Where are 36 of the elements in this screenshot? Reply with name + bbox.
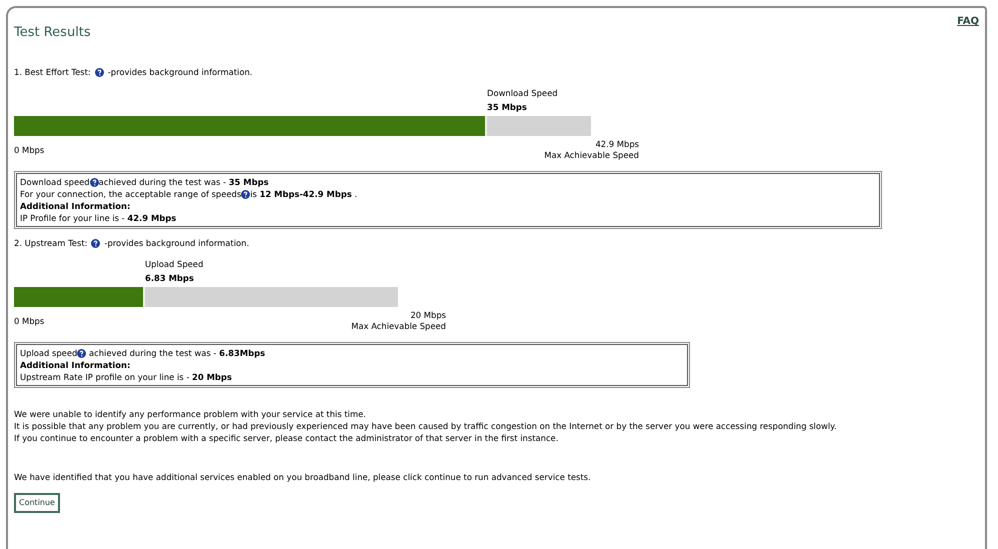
message-text: If you continue to encounter a problem with a specific server, please contact the administrator of that server in the first instance. bbox=[14, 432, 558, 444]
help-icon[interactable] bbox=[94, 68, 104, 76]
info-text: Upload speed bbox=[20, 347, 78, 359]
test-heading: 1. Best Effort Test: bbox=[14, 66, 91, 78]
speed-label: Download Speed bbox=[487, 87, 558, 100]
speed-value: 35 Mbps bbox=[487, 101, 527, 114]
help-caption: -provides background information. bbox=[108, 66, 252, 78]
info-text: Additional Information: bbox=[20, 359, 130, 371]
max-speed: 20 Mbps bbox=[410, 310, 446, 321]
test-heading: 2. Upstream Test: bbox=[14, 237, 88, 249]
help-icon[interactable] bbox=[90, 178, 99, 186]
info-text: Upstream Rate IP profile on your line is - 20 Mbps bbox=[20, 371, 232, 383]
notice-text: We have identified that you have additional services enabled on you broadband line, please click continue to run advanced service tests. bbox=[14, 471, 591, 483]
info-text: achieved during the test was - 6.83Mbps bbox=[88, 347, 266, 359]
min-speed: 0 Mbps bbox=[14, 145, 44, 156]
info-text: achieved during the test was - 35 Mbps bbox=[98, 176, 269, 188]
info-text: Download speed bbox=[20, 176, 90, 188]
help-icon[interactable] bbox=[77, 348, 86, 358]
help-caption: -provides background information. bbox=[104, 237, 250, 249]
continue-button[interactable]: Continue bbox=[14, 493, 60, 513]
help-icon[interactable] bbox=[241, 190, 250, 198]
info-text: For your connection, the acceptable range of speeds bbox=[20, 188, 242, 200]
info-text: Additional Information: bbox=[20, 200, 130, 212]
info-text: IP Profile for your line is - 42.9 Mbps bbox=[20, 212, 176, 224]
help-icon[interactable] bbox=[91, 238, 100, 248]
speed-label: Upload Speed bbox=[145, 258, 204, 271]
info-text: is 12 Mbps-42.9 Mbps . bbox=[250, 188, 358, 200]
max-speed: 42.9 Mbps bbox=[595, 139, 639, 150]
faq-link[interactable]: FAQ bbox=[957, 14, 979, 29]
speed-value: 6.83 Mbps bbox=[145, 272, 194, 285]
min-speed: 0 Mbps bbox=[14, 316, 44, 327]
message-text: We were unable to identify any performance problem with your service at this time. bbox=[14, 408, 366, 420]
max-caption: Max Achievable Speed bbox=[351, 321, 446, 332]
message-text: It is possible that any problem you are currently, or had previously experienced may have been caused by traffic congestion on the Internet or by the server you were accessing responding slowly. bbox=[14, 420, 837, 432]
max-caption: Max Achievable Speed bbox=[544, 150, 639, 161]
page-title: Test Results bbox=[14, 24, 91, 42]
